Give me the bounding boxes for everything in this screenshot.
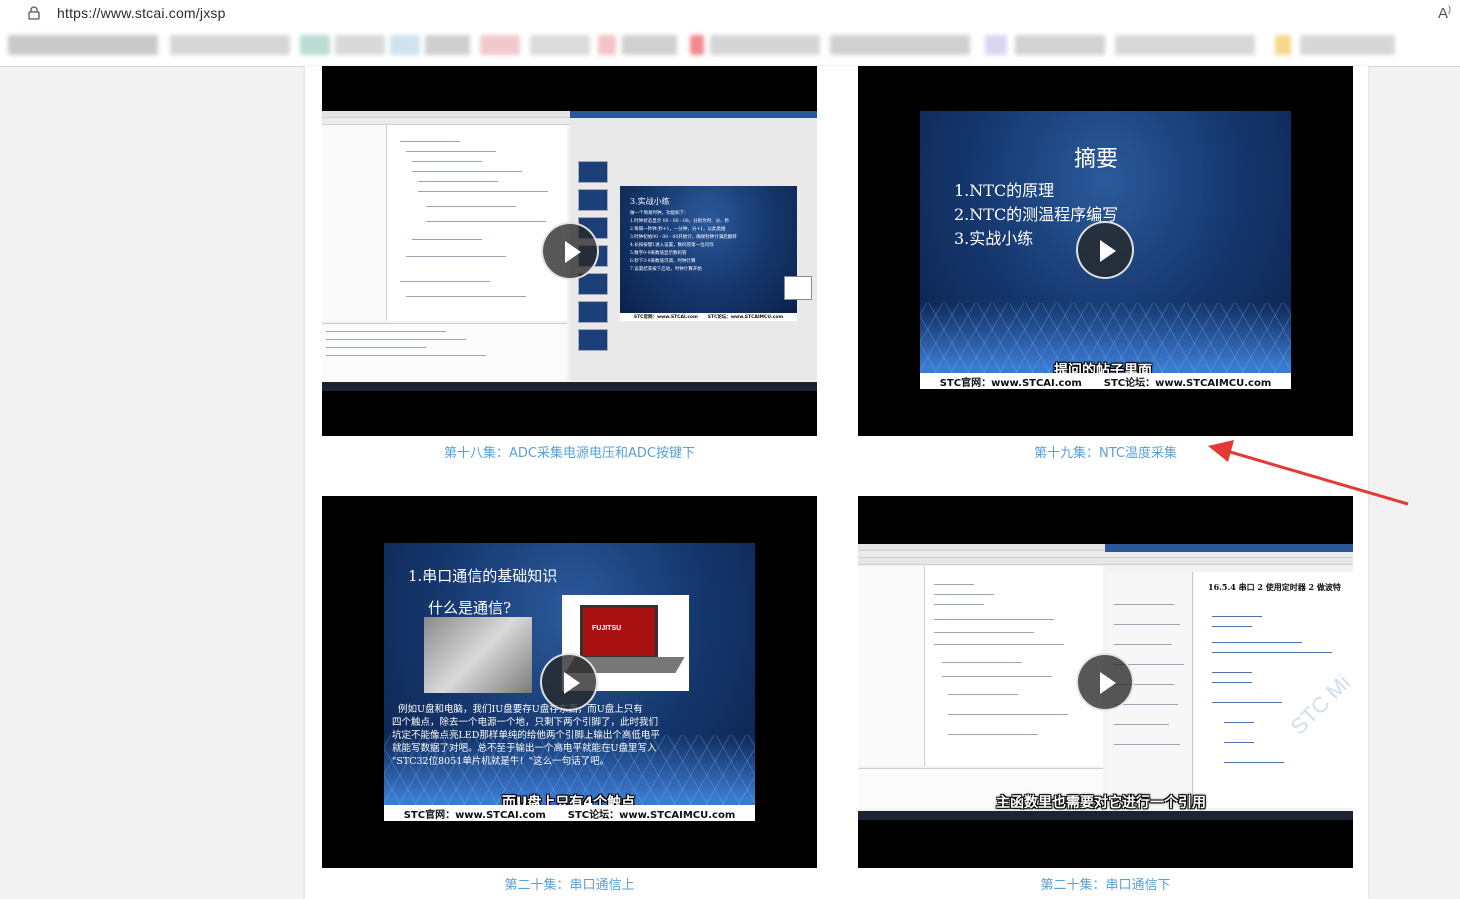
video-title-link[interactable]: 第十八集：ADC采集电源电压和ADC按键下 [322, 442, 817, 461]
slide-footer-site: STC官网：www.STCAI.com [633, 315, 698, 320]
slide-line: 3.时钟初始00 - 00 - 00开始计，确保秒钟计满后翻转 [630, 235, 737, 240]
slide-paragraph: 例如U盘和电脑，我们IU盘要存U盘存东西，而U盘上只有 [398, 704, 643, 715]
slide-question: 什么是通信? [428, 599, 512, 617]
slide-paragraph: 四个触点，除去一个电源一个地，只剩下两个引脚了，此时我们 [392, 717, 659, 728]
lock-icon[interactable] [28, 6, 40, 20]
slide-preview: 3.实战小练 做一个简易时钟，功能如下： 1.时钟状态显示 00 - 00 - … [620, 186, 797, 321]
play-button[interactable] [1076, 221, 1134, 279]
slide-paragraph: 就能写数据了对吧。总不至于输出一个高电平就能在U盘里写入 [392, 743, 657, 754]
doc-watermark: STC Mi [1285, 669, 1353, 740]
play-button[interactable] [541, 222, 599, 280]
address-bar[interactable]: https://www.stcai.com/jxsp [57, 5, 226, 21]
slide-footer-forum: STC论坛：www.STCAIMCU.com [707, 315, 784, 320]
reader-mode-icon[interactable]: A) [1438, 4, 1451, 22]
slide-line: 6.秒下3-9来数值可调，时钟计算 [630, 259, 696, 264]
video-subtitle: 主函数里也需要对它进行一个引用 [996, 795, 1206, 811]
slide-line: 7.设置结束按下启动，时钟计算开始 [630, 267, 702, 272]
slide-line: 1.时钟状态显示 00 - 00 - 00，分别为时、分、秒 [630, 219, 730, 224]
video-card-ep19[interactable]: 摘要 1.NTC的原理 2.NTC的测温程序编写 3.实战小练 提问的帖子里面 … [858, 66, 1353, 436]
slide-line: 1.NTC的原理 [954, 181, 1055, 200]
slide-title: 1.串口通信的基础知识 [408, 567, 558, 585]
slide-line: 2.NTC的测温程序编写 [954, 205, 1119, 224]
bookmarks-bar [0, 32, 1460, 58]
slide-line: 5.数字0-9来数值显示数码管 [630, 251, 687, 256]
laptop-brand: FUJITSU [592, 625, 622, 632]
slide-line: 3.实战小练 [954, 229, 1034, 248]
doc-heading: 16.5.4 串口 2 使用定时器 2 做波特 [1208, 582, 1341, 592]
slide-line: 做一个简易时钟，功能如下： [630, 211, 689, 216]
usb-key-image [424, 617, 532, 693]
video-title-link[interactable]: 第二十集：串口通信上 [322, 874, 817, 893]
slide-title: 摘要 [1074, 147, 1119, 172]
browser-toolbar: https://www.stcai.com/jxsp A) [0, 0, 1460, 67]
slide-paragraph: 坑定不能像点亮LED那样单纯的给他两个引脚上输出个高低电平 [392, 730, 660, 741]
video-card-ep18[interactable]: 3.实战小练 做一个简易时钟，功能如下： 1.时钟状态显示 00 - 00 - … [322, 66, 817, 436]
mascot-sticker [784, 276, 812, 300]
video-card-ep20-part2[interactable]: 16.5.4 串口 2 使用定时器 2 做波特 STC Mi 主函数里也需要对它… [858, 496, 1353, 868]
slide-footer-forum: STC论坛：www.STCAIMCU.com [567, 809, 736, 821]
slide-footer-forum: STC论坛：www.STCAIMCU.com [1103, 377, 1272, 389]
annotation-arrow-icon [1208, 440, 1409, 506]
slide-line: 4.长按按键1进入设置，数码管第一位闪烁 [630, 243, 714, 248]
slide-paragraph: "STC32位8051单片机就是牛！"这么一句话了吧。 [392, 756, 610, 767]
play-button[interactable] [540, 653, 598, 711]
slide-footer-site: STC官网：www.STCAI.com [939, 377, 1082, 389]
slide-title: 3.实战小练 [630, 197, 670, 206]
video-title-link[interactable]: 第二十集：串口通信下 [858, 874, 1353, 893]
video-card-ep20-part1[interactable]: 1.串口通信的基础知识 什么是通信? FUJITSU 例如U盘和电脑，我们IU盘… [322, 496, 817, 868]
slide-line: 2.每隔一秒钟,秒+1，一分钟，分+1，以此类推 [630, 227, 726, 232]
slide-footer-site: STC官网：www.STCAI.com [403, 809, 546, 821]
play-button[interactable] [1076, 653, 1134, 711]
